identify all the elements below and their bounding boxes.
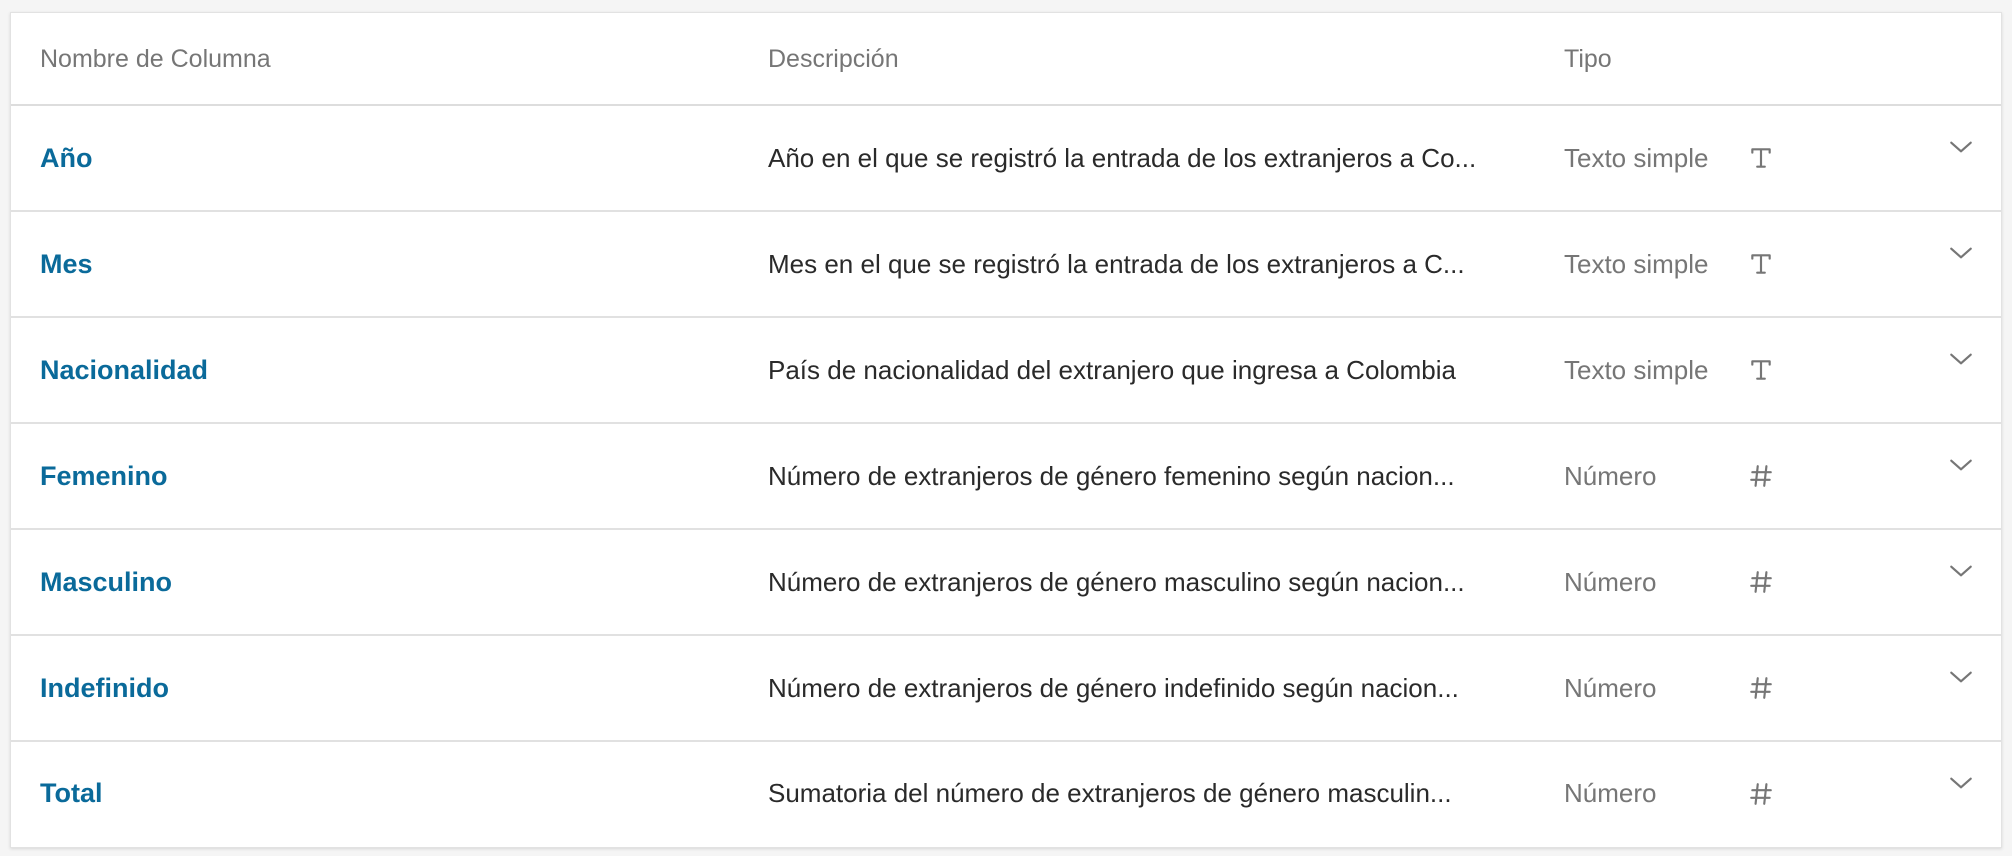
text-type-icon bbox=[1751, 148, 1771, 168]
cell-name: Año bbox=[40, 106, 740, 210]
column-type: Número bbox=[1564, 566, 1657, 597]
expand-row-button[interactable] bbox=[1944, 554, 1978, 588]
cell-type-icon bbox=[1746, 742, 1776, 845]
cell-name: Indefinido bbox=[40, 636, 740, 740]
cell-type: Número bbox=[1564, 636, 1744, 740]
expand-row-button[interactable] bbox=[1944, 342, 1978, 376]
column-type: Texto simple bbox=[1564, 354, 1709, 385]
column-name-link[interactable]: Indefinido bbox=[40, 673, 169, 704]
expand-row-button[interactable] bbox=[1944, 766, 1978, 800]
cell-expand bbox=[1941, 212, 1981, 316]
column-name-link[interactable]: Año bbox=[40, 143, 92, 174]
column-type: Texto simple bbox=[1564, 248, 1709, 279]
column-description: País de nacionalidad del extranjero que … bbox=[768, 354, 1456, 385]
header-description-label: Descripción bbox=[768, 45, 899, 73]
cell-expand bbox=[1941, 106, 1981, 210]
column-name-link[interactable]: Mes bbox=[40, 249, 93, 280]
number-type-icon bbox=[1750, 465, 1772, 487]
cell-expand bbox=[1941, 530, 1981, 634]
table-row: Total Sumatoria del número de extranjero… bbox=[11, 742, 2001, 845]
column-description: Sumatoria del número de extranjeros de g… bbox=[768, 778, 1452, 808]
column-description: Número de extranjeros de género indefini… bbox=[768, 672, 1459, 703]
cell-description: País de nacionalidad del extranjero que … bbox=[768, 318, 1528, 422]
chevron-down-icon bbox=[1950, 141, 1972, 153]
header-cell-name: Nombre de Columna bbox=[40, 13, 740, 104]
cell-name: Nacionalidad bbox=[40, 318, 740, 422]
chevron-down-icon bbox=[1950, 459, 1972, 471]
chevron-down-icon bbox=[1950, 353, 1972, 365]
cell-type: Texto simple bbox=[1564, 106, 1744, 210]
table-row: Mes Mes en el que se registró la entrada… bbox=[11, 212, 2001, 318]
cell-description: Sumatoria del número de extranjeros de g… bbox=[768, 742, 1528, 845]
cell-type: Número bbox=[1564, 742, 1744, 845]
cell-type-icon bbox=[1746, 212, 1776, 316]
chevron-down-icon bbox=[1950, 777, 1972, 788]
column-description: Número de extranjeros de género femenino… bbox=[768, 460, 1455, 491]
header-cell-type: Tipo bbox=[1564, 13, 1744, 104]
column-name-link[interactable]: Total bbox=[40, 778, 103, 809]
cell-description: Año en el que se registró la entrada de … bbox=[768, 106, 1528, 210]
columns-table: Nombre de Columna Descripción Tipo Año A… bbox=[10, 12, 2002, 848]
expand-row-button[interactable] bbox=[1944, 448, 1978, 482]
column-description: Año en el que se registró la entrada de … bbox=[768, 142, 1477, 173]
cell-description: Mes en el que se registró la entrada de … bbox=[768, 212, 1528, 316]
cell-description: Número de extranjeros de género indefini… bbox=[768, 636, 1528, 740]
table-row: Nacionalidad País de nacionalidad del ex… bbox=[11, 318, 2001, 424]
cell-type-icon bbox=[1746, 636, 1776, 740]
table-header: Nombre de Columna Descripción Tipo bbox=[11, 13, 2001, 106]
header-type-label: Tipo bbox=[1564, 45, 1612, 73]
cell-type: Número bbox=[1564, 530, 1744, 634]
column-type: Número bbox=[1564, 672, 1657, 703]
column-type: Texto simple bbox=[1564, 142, 1709, 173]
header-name-label: Nombre de Columna bbox=[40, 45, 271, 73]
cell-name: Mes bbox=[40, 212, 740, 316]
cell-expand bbox=[1941, 424, 1981, 528]
cell-expand bbox=[1941, 742, 1981, 845]
chevron-down-icon bbox=[1950, 247, 1972, 259]
column-name-link[interactable]: Femenino bbox=[40, 461, 168, 492]
text-type-icon bbox=[1751, 360, 1771, 380]
expand-row-button[interactable] bbox=[1944, 660, 1978, 694]
cell-expand bbox=[1941, 318, 1981, 422]
number-type-icon bbox=[1750, 782, 1772, 805]
chevron-down-icon bbox=[1950, 565, 1972, 577]
table-row: Indefinido Número de extranjeros de géne… bbox=[11, 636, 2001, 742]
column-type: Número bbox=[1564, 778, 1657, 808]
cell-type-icon bbox=[1746, 106, 1776, 210]
expand-row-button[interactable] bbox=[1944, 130, 1978, 164]
cell-description: Número de extranjeros de género femenino… bbox=[768, 424, 1528, 528]
header-cell-description: Descripción bbox=[768, 13, 1528, 104]
cell-type-icon bbox=[1746, 424, 1776, 528]
column-type: Número bbox=[1564, 460, 1657, 491]
cell-description: Número de extranjeros de género masculin… bbox=[768, 530, 1528, 634]
table-row: Año Año en el que se registró la entrada… bbox=[11, 106, 2001, 212]
column-description: Número de extranjeros de género masculin… bbox=[768, 566, 1465, 597]
number-type-icon bbox=[1750, 571, 1772, 593]
table-row: Femenino Número de extranjeros de género… bbox=[11, 424, 2001, 530]
cell-name: Total bbox=[40, 742, 740, 845]
expand-row-button[interactable] bbox=[1944, 236, 1978, 270]
column-description: Mes en el que se registró la entrada de … bbox=[768, 248, 1465, 279]
cell-type: Texto simple bbox=[1564, 318, 1744, 422]
cell-type: Número bbox=[1564, 424, 1744, 528]
table-row: Masculino Número de extranjeros de géner… bbox=[11, 530, 2001, 636]
column-name-link[interactable]: Masculino bbox=[40, 567, 172, 598]
chevron-down-icon bbox=[1950, 671, 1972, 683]
cell-type-icon bbox=[1746, 530, 1776, 634]
text-type-icon bbox=[1751, 254, 1771, 274]
number-type-icon bbox=[1750, 677, 1772, 699]
cell-name: Masculino bbox=[40, 530, 740, 634]
cell-type-icon bbox=[1746, 318, 1776, 422]
cell-name: Femenino bbox=[40, 424, 740, 528]
column-name-link[interactable]: Nacionalidad bbox=[40, 355, 208, 386]
cell-expand bbox=[1941, 636, 1981, 740]
cell-type: Texto simple bbox=[1564, 212, 1744, 316]
